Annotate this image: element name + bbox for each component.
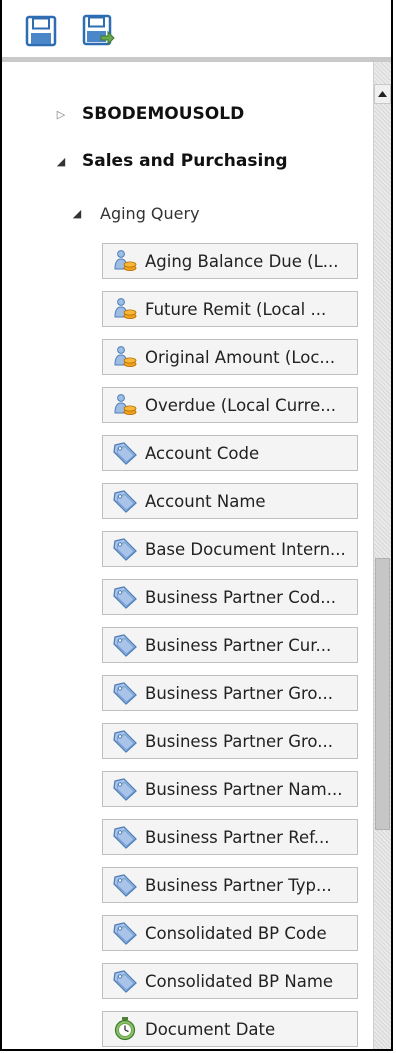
field-label: Base Document Intern... [145,539,346,559]
node-label: SBODEMOUSOLD [82,104,245,124]
dimension-tag-icon [111,632,139,658]
save-button[interactable] [24,14,58,48]
scroll-up-arrow-icon [378,91,387,97]
field-chip[interactable]: Document Date [102,1011,358,1047]
field-chip[interactable]: Business Partner Cur... [102,627,358,663]
field-chip[interactable]: Aging Balance Due (L... [102,243,358,279]
field-chip[interactable]: Business Partner Cod... [102,579,358,615]
field-label: Account Name [145,491,266,511]
measure-icon [111,344,139,370]
save-icon [25,15,57,47]
dimension-tag-icon [111,440,139,466]
field-chip[interactable]: Business Partner Ref... [102,819,358,855]
dimension-tag-icon [111,488,139,514]
dimension-tag-icon [111,584,139,610]
field-label: Consolidated BP Name [145,971,334,991]
field-chip[interactable]: Original Amount (Loc... [102,339,358,375]
dimension-tag-icon [111,920,139,946]
field-chip[interactable]: Business Partner Typ... [102,867,358,903]
tree-node-aging-query[interactable]: ◢ Aging Query [70,202,200,224]
field-label: Overdue (Local Curre... [145,395,336,415]
field-chip[interactable]: Business Partner Gro... [102,723,358,759]
field-label: Business Partner Cod... [145,587,337,607]
save-as-button[interactable] [82,14,116,48]
scrollbar-thumb[interactable] [375,558,390,830]
field-label: Business Partner Nam... [145,779,343,799]
dimension-tag-icon [111,776,139,802]
tree-node-sales-and-purchasing[interactable]: ◢ Sales and Purchasing [54,150,288,172]
dimension-tag-icon [111,536,139,562]
scroll-up-button[interactable] [374,84,391,104]
field-label: Aging Balance Due (L... [145,251,339,271]
field-label: Business Partner Ref... [145,827,330,847]
dimension-tag-icon [111,872,139,898]
tree-node-sbodemousold[interactable]: ▷ SBODEMOUSOLD [54,103,244,125]
toolbar [2,0,391,62]
object-tree: ▷ SBODEMOUSOLD ◢ Sales and Purchasing ◢ … [2,62,380,1049]
field-label: Business Partner Typ... [145,875,332,895]
field-chip[interactable]: Consolidated BP Code [102,915,358,951]
field-chip[interactable]: Future Remit (Local ... [102,291,358,327]
vertical-scrollbar[interactable] [373,62,391,1049]
panel-frame: ▷ SBODEMOUSOLD ◢ Sales and Purchasing ◢ … [0,0,393,1051]
field-label: Document Date [145,1019,276,1039]
node-label: Sales and Purchasing [82,151,288,171]
field-chip[interactable]: Overdue (Local Curre... [102,387,358,423]
field-chip[interactable]: Account Name [102,483,358,519]
field-label: Account Code [145,443,260,463]
node-label: Aging Query [100,203,200,223]
collapse-arrow-icon[interactable]: ◢ [54,155,68,168]
expand-arrow-icon[interactable]: ▷ [54,108,68,121]
save-as-icon [82,14,115,46]
field-label: Consolidated BP Code [145,923,327,943]
measure-icon [111,248,139,274]
dimension-tag-icon [111,728,139,754]
field-chip[interactable]: Consolidated BP Name [102,963,358,999]
dimension-tag-icon [111,968,139,994]
field-label: Business Partner Cur... [145,635,332,655]
dimension-tag-icon [111,824,139,850]
collapse-arrow-icon[interactable]: ◢ [70,207,84,220]
field-label: Business Partner Gro... [145,731,333,751]
field-chip[interactable]: Business Partner Gro... [102,675,358,711]
field-label: Future Remit (Local ... [145,299,327,319]
field-label: Business Partner Gro... [145,683,333,703]
measure-icon [111,392,139,418]
dimension-tag-icon [111,680,139,706]
measure-icon [111,296,139,322]
field-label: Original Amount (Loc... [145,347,336,367]
date-timer-icon [111,1016,139,1042]
field-chip[interactable]: Base Document Intern... [102,531,358,567]
field-chip[interactable]: Account Code [102,435,358,471]
field-chip[interactable]: Business Partner Nam... [102,771,358,807]
